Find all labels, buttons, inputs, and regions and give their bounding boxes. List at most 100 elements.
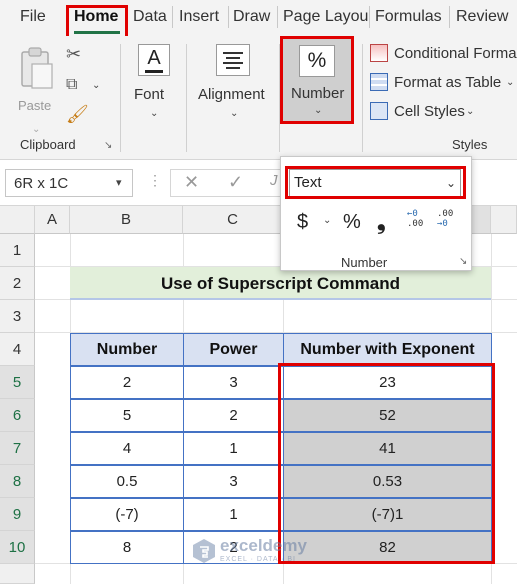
chevron-down-icon: ⌄ — [314, 105, 323, 116]
sheet-title: Use of Superscript Command — [161, 274, 400, 293]
table-cell[interactable]: 3 — [183, 366, 284, 399]
format-as-table-button[interactable]: Format as Table ⌄ — [370, 73, 517, 95]
watermark-brand: exceldemy — [220, 536, 307, 555]
decrease-decimal-icon[interactable]: .00 →0 — [437, 209, 461, 233]
conditional-formatting-icon — [370, 44, 388, 62]
name-box-value: 6R x 1C — [14, 175, 69, 192]
paste-icon — [21, 47, 53, 89]
currency-icon[interactable]: $ — [297, 211, 308, 234]
chevron-down-icon[interactable]: ⌄ — [32, 124, 40, 135]
table-cell[interactable]: (-7) — [70, 498, 184, 531]
paste-label: Paste — [18, 98, 52, 113]
watermark-tagline: EXCEL · DATA · BI — [220, 556, 296, 563]
tab-review[interactable]: Review — [456, 8, 508, 26]
column-header-a[interactable]: A — [35, 206, 70, 234]
format-select-highlight — [285, 166, 466, 199]
row-header-7[interactable]: 7 — [0, 432, 35, 465]
dialog-launcher-icon[interactable]: ↘ — [459, 256, 467, 267]
tab-data[interactable]: Data — [133, 8, 167, 26]
tab-formulas[interactable]: Formulas — [375, 8, 442, 26]
conditional-formatting-button[interactable]: Conditional Forma — [370, 44, 517, 66]
row-header-4[interactable]: 4 — [0, 333, 35, 366]
tab-separator — [449, 6, 450, 28]
copy-icon[interactable]: ⧉ — [66, 76, 77, 94]
chevron-down-icon: ⌄ — [466, 106, 475, 117]
enter-icon[interactable]: ✓ — [228, 172, 243, 193]
column-header-c[interactable]: C — [183, 206, 283, 234]
table-cell[interactable]: 1 — [183, 432, 284, 465]
table-icon — [370, 73, 388, 91]
conditional-formatting-label: Conditional Forma — [394, 45, 517, 62]
chevron-down-icon: ⌄ — [506, 77, 515, 88]
sheet-title-cell[interactable]: Use of Superscript Command — [70, 267, 491, 300]
table-header-number-with-exponent[interactable]: Number with Exponent — [283, 333, 492, 366]
column-header-e[interactable] — [491, 206, 517, 234]
chevron-down-icon[interactable]: ⌄ — [323, 215, 331, 226]
row-header-1[interactable]: 1 — [0, 234, 35, 267]
font-button[interactable]: A Font ⌄ — [134, 42, 174, 122]
row-header-5[interactable]: 5 — [0, 366, 35, 399]
tab-insert[interactable]: Insert — [179, 8, 219, 26]
number-button[interactable]: % Number ⌄ — [280, 36, 354, 124]
table-cell[interactable]: 5 — [70, 399, 184, 432]
percent-icon: % — [299, 45, 335, 77]
cut-icon[interactable]: ✂ — [66, 44, 81, 65]
format-painter-icon[interactable]: 🖌 — [66, 104, 89, 125]
table-cell[interactable]: 0.5 — [70, 465, 184, 498]
tab-separator — [369, 6, 370, 28]
table-cell[interactable]: 2 — [70, 366, 184, 399]
tab-separator — [172, 6, 173, 28]
font-color-icon: A — [138, 44, 170, 76]
table-header-power[interactable]: Power — [183, 333, 284, 366]
chevron-down-icon[interactable]: ▾ — [116, 176, 122, 189]
number-group-label: Number — [341, 255, 388, 270]
group-separator — [186, 44, 187, 152]
table-cell[interactable]: 2 — [183, 399, 284, 432]
row-header-8[interactable]: 8 — [0, 465, 35, 498]
tab-separator — [228, 6, 229, 28]
ribbon: Paste ⌄ ✂ ⧉ ⌄ 🖌 Clipboard ↘ A Font ⌄ Ali… — [0, 36, 517, 160]
chevron-down-icon: ⌄ — [230, 108, 239, 119]
align-icon — [216, 44, 250, 76]
row-header-6[interactable]: 6 — [0, 399, 35, 432]
chevron-down-icon[interactable]: ⌄ — [92, 80, 100, 91]
table-cell[interactable]: 4 — [70, 432, 184, 465]
more-options-icon: ⋮ — [148, 172, 162, 188]
table-cell[interactable]: 8 — [70, 531, 184, 564]
tab-file[interactable]: File — [20, 8, 46, 26]
alignment-label: Alignment — [198, 86, 265, 103]
chevron-down-icon: ⌄ — [150, 108, 159, 119]
name-box[interactable]: 6R x 1C ▾ — [5, 169, 133, 197]
menu-bar: File Home Data Insert Draw Page Layou Fo… — [0, 0, 517, 40]
group-separator — [362, 44, 363, 152]
comma-style-icon[interactable]: ❟ — [377, 209, 386, 235]
table-cell[interactable]: 3 — [183, 465, 284, 498]
tab-page-layout[interactable]: Page Layou — [283, 8, 368, 26]
styles-group-label: Styles — [452, 137, 488, 152]
home-tab-highlight — [66, 5, 128, 40]
row-header-9[interactable]: 9 — [0, 498, 35, 531]
row-header-10[interactable]: 10 — [0, 531, 35, 564]
tab-separator — [277, 6, 278, 28]
row-header-3[interactable]: 3 — [0, 300, 35, 333]
row-header-2[interactable]: 2 — [0, 267, 35, 300]
row-header-11[interactable] — [0, 564, 35, 584]
exceldemy-logo-icon — [193, 539, 215, 563]
increase-decimal-icon[interactable]: ←0.00 — [407, 209, 429, 233]
cell-styles-label: Cell Styles — [394, 103, 465, 120]
tab-draw[interactable]: Draw — [233, 8, 270, 26]
insert-function-icon[interactable]: J — [270, 172, 278, 189]
table-cell[interactable]: 1 — [183, 498, 284, 531]
dialog-launcher-icon[interactable]: ↘ — [104, 140, 112, 151]
cell-styles-button[interactable]: Cell Styles ⌄ — [370, 102, 517, 124]
alignment-button[interactable]: Alignment ⌄ — [196, 42, 272, 122]
cancel-icon[interactable]: ✕ — [184, 172, 199, 193]
table-header-number[interactable]: Number — [70, 333, 184, 366]
select-all-corner[interactable] — [0, 206, 35, 234]
column-header-b[interactable]: B — [70, 206, 183, 234]
font-label: Font — [134, 86, 165, 103]
cell-styles-icon — [370, 102, 388, 120]
paste-button[interactable]: Paste — [14, 46, 58, 118]
percent-style-icon[interactable]: % — [343, 211, 361, 234]
clipboard-group-label: Clipboard — [20, 137, 76, 152]
